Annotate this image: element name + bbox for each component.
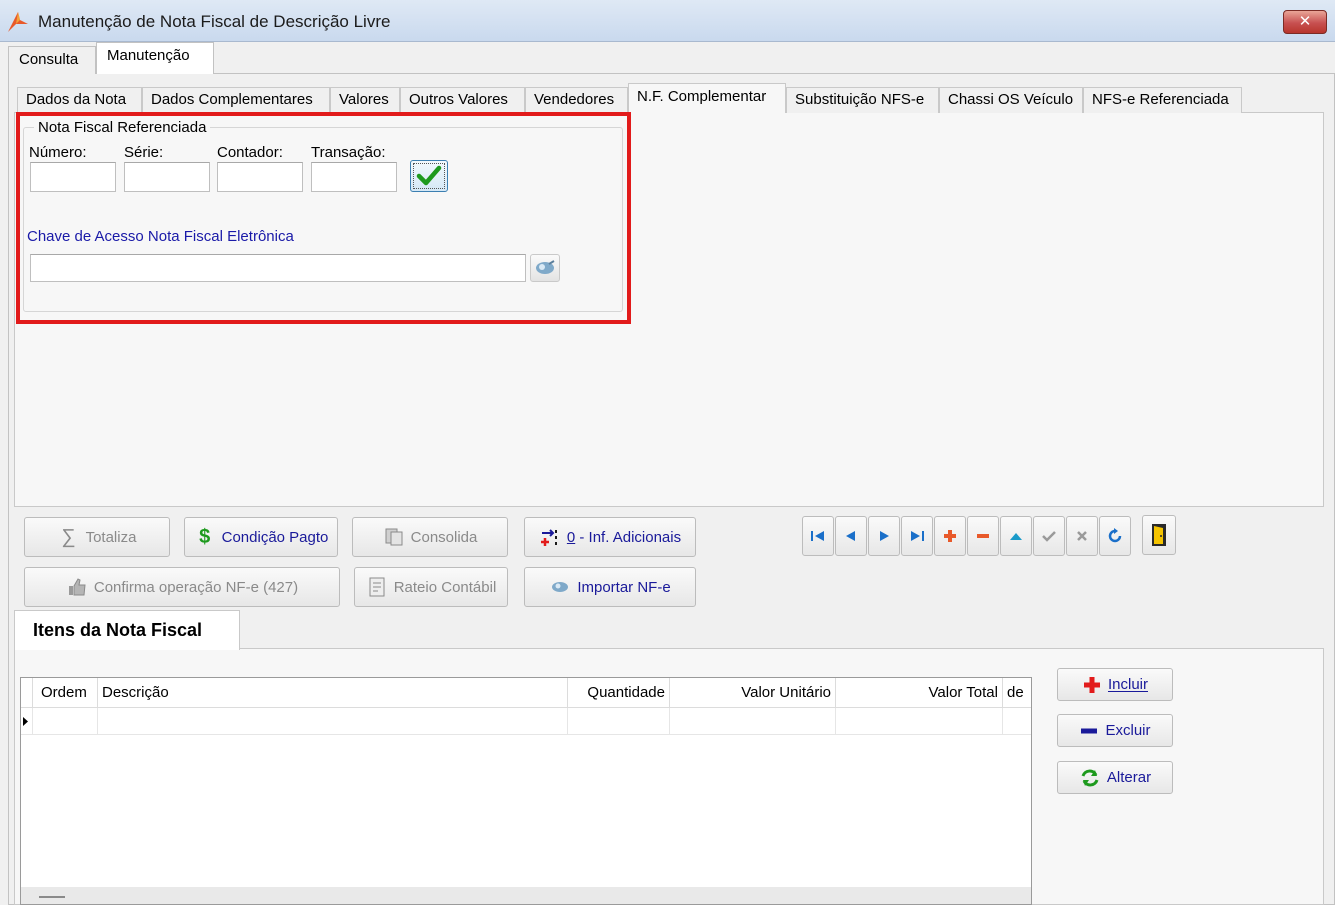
prior-record-icon <box>846 531 855 541</box>
chave-acesso-label: Chave de Acesso Nota Fiscal Eletrônica <box>27 228 294 245</box>
totaliza-button[interactable]: ∑ Totaliza <box>24 517 170 557</box>
nav-last-button[interactable] <box>901 516 933 556</box>
add-info-icon <box>540 529 557 546</box>
close-button[interactable]: ✕ <box>1283 10 1327 34</box>
checkmark-icon <box>416 165 442 186</box>
alterar-button[interactable]: Alterar <box>1057 761 1173 794</box>
tab-itens-da-nota-fiscal[interactable]: Itens da Nota Fiscal <box>14 610 240 650</box>
col-quantidade[interactable]: Quantidade <box>568 678 670 708</box>
transacao-label: Transação: <box>311 144 386 161</box>
numero-label: Número: <box>29 144 87 161</box>
dollar-icon: $ <box>199 525 211 548</box>
excluir-button[interactable]: Excluir <box>1057 714 1173 747</box>
cell-valor-unitario[interactable] <box>670 708 836 735</box>
tab-substituicao-nfse[interactable]: Substituição NFS-e <box>786 87 939 113</box>
serie-input[interactable] <box>124 162 210 192</box>
nav-delete-button[interactable] <box>967 516 999 556</box>
grid-header: Ordem Descrição Quantidade Valor Unitári… <box>21 678 1031 708</box>
tab-vendedores[interactable]: Vendedores <box>525 87 628 113</box>
nav-cancel-button[interactable] <box>1066 516 1098 556</box>
grid-indicator-header <box>21 678 33 708</box>
row-indicator <box>21 708 33 735</box>
tab-outros-valores[interactable]: Outros Valores <box>400 87 525 113</box>
nav-post-button[interactable] <box>1033 516 1065 556</box>
nav-prior-button[interactable] <box>835 516 867 556</box>
condicao-pagto-button[interactable]: $ Condição Pagto <box>184 517 338 557</box>
tab-valores[interactable]: Valores <box>330 87 400 113</box>
cell-quantidade[interactable] <box>568 708 670 735</box>
row-pointer-icon <box>23 717 28 726</box>
itens-grid[interactable]: Ordem Descrição Quantidade Valor Unitári… <box>20 677 1032 905</box>
sigma-icon: ∑ <box>61 525 76 548</box>
col-valor-unitario[interactable]: Valor Unitário <box>670 678 836 708</box>
table-row[interactable] <box>21 708 1031 735</box>
tab-dados-da-nota[interactable]: Dados da Nota <box>17 87 142 113</box>
nav-insert-button[interactable] <box>934 516 966 556</box>
cell-valor-total[interactable] <box>836 708 1003 735</box>
nav-refresh-button[interactable] <box>1099 516 1131 556</box>
lookup-icon <box>536 260 555 274</box>
exit-door-icon <box>1152 524 1166 546</box>
consolida-button[interactable]: Consolida <box>352 517 508 557</box>
col-ordem[interactable]: Ordem <box>33 678 98 708</box>
transacao-input[interactable] <box>311 162 397 192</box>
tab-dados-complementares[interactable]: Dados Complementares <box>142 87 330 113</box>
minus-icon <box>977 534 989 538</box>
edit-up-icon <box>1010 533 1022 540</box>
confirm-check-button[interactable] <box>410 160 448 192</box>
scrollbar-grip[interactable] <box>39 896 65 898</box>
document-icon <box>369 577 385 597</box>
next-record-icon <box>880 531 889 541</box>
cancel-x-icon <box>1077 531 1087 541</box>
cell-ordem[interactable] <box>33 708 98 735</box>
chave-acesso-input[interactable] <box>30 254 526 282</box>
nav-edit-button[interactable] <box>1000 516 1032 556</box>
tab-nfse-referenciada[interactable]: NFS-e Referenciada <box>1083 87 1242 113</box>
blue-minus-icon <box>1081 728 1098 733</box>
window-title: Manutenção de Nota Fiscal de Descrição L… <box>38 12 391 31</box>
numero-input[interactable] <box>30 162 116 192</box>
thumbs-up-icon <box>68 578 86 596</box>
tab-manutencao[interactable]: Manutenção <box>96 42 214 74</box>
col-de[interactable]: de <box>1003 678 1031 708</box>
cell-de[interactable] <box>1003 708 1031 735</box>
group-legend: Nota Fiscal Referenciada <box>34 119 211 136</box>
contador-label: Contador: <box>217 144 283 161</box>
inf-adicionais-button[interactable]: 0 - Inf. Adicionais <box>524 517 696 557</box>
serie-label: Série: <box>124 144 164 161</box>
tab-chassi-os-veiculo[interactable]: Chassi OS Veículo <box>939 87 1083 113</box>
app-logo-icon <box>8 12 28 32</box>
consolida-icon <box>385 528 403 546</box>
confirma-operacao-button[interactable]: Confirma operação NF-e (427) <box>24 567 340 607</box>
first-record-icon <box>811 531 824 541</box>
import-icon <box>552 582 569 592</box>
nav-first-button[interactable] <box>802 516 834 556</box>
cell-descricao[interactable] <box>98 708 568 735</box>
col-valor-total[interactable]: Valor Total <box>836 678 1003 708</box>
exit-button[interactable] <box>1142 515 1176 555</box>
tab-nf-complementar[interactable]: N.F. Complementar <box>628 83 786 113</box>
rateio-contabil-button[interactable]: Rateio Contábil <box>354 567 508 607</box>
importar-nfe-button[interactable]: Importar NF-e <box>524 567 696 607</box>
last-record-icon <box>911 531 924 541</box>
contador-input[interactable] <box>217 162 303 192</box>
col-descricao[interactable]: Descrição <box>98 678 568 708</box>
plus-icon <box>944 530 956 542</box>
chave-search-button[interactable] <box>530 254 560 282</box>
incluir-button[interactable]: Incluir <box>1057 668 1173 701</box>
tab-consulta[interactable]: Consulta <box>8 46 96 74</box>
red-plus-icon <box>1083 676 1100 693</box>
green-refresh-icon <box>1081 769 1099 786</box>
horizontal-scrollbar[interactable] <box>21 887 1031 904</box>
post-check-icon <box>1042 531 1056 542</box>
refresh-icon <box>1108 528 1122 543</box>
nav-next-button[interactable] <box>868 516 900 556</box>
